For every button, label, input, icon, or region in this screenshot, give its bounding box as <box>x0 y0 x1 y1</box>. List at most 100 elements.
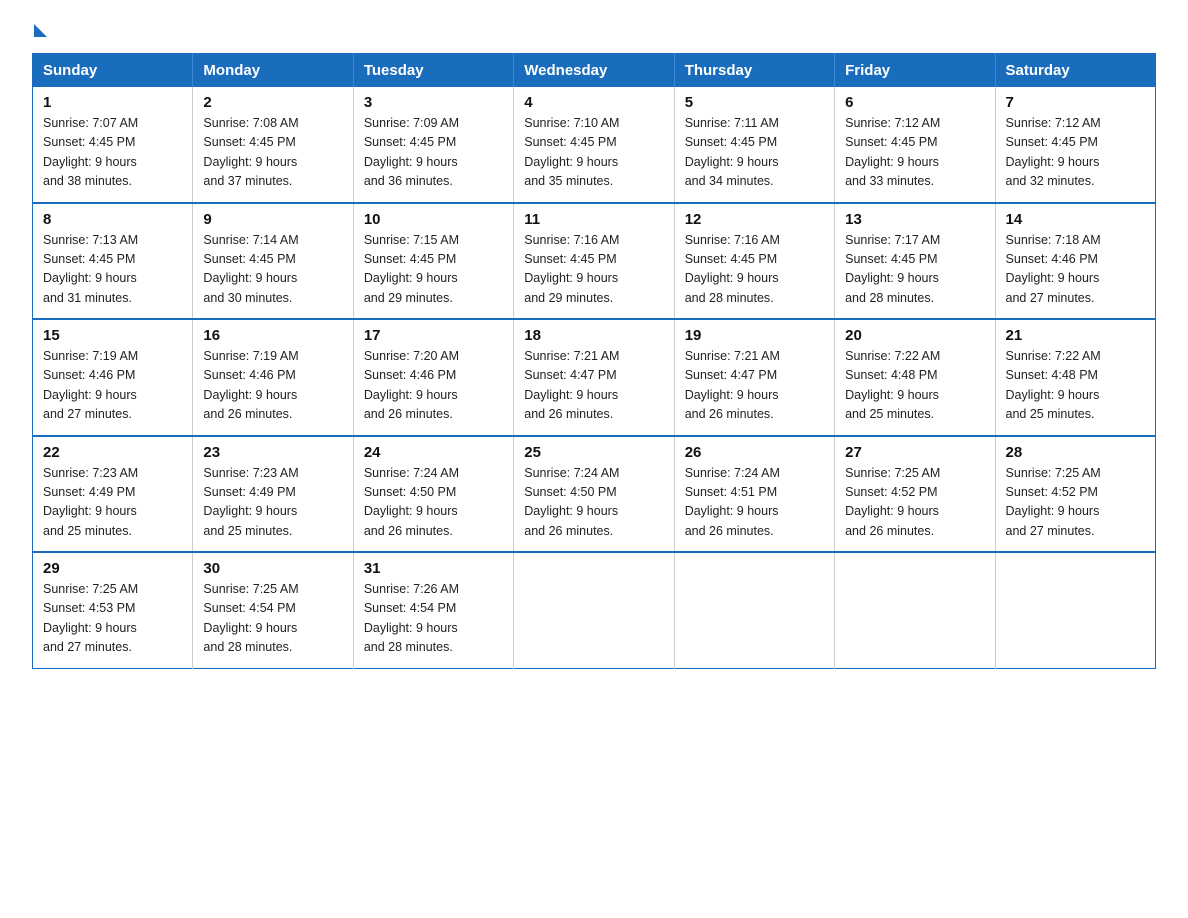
calendar-cell: 12 Sunrise: 7:16 AMSunset: 4:45 PMDaylig… <box>674 203 834 320</box>
day-info: Sunrise: 7:22 AMSunset: 4:48 PMDaylight:… <box>1006 349 1101 421</box>
day-info: Sunrise: 7:21 AMSunset: 4:47 PMDaylight:… <box>524 349 619 421</box>
day-number: 9 <box>203 211 342 228</box>
day-number: 7 <box>1006 94 1145 111</box>
day-info: Sunrise: 7:11 AMSunset: 4:45 PMDaylight:… <box>685 116 779 188</box>
day-info: Sunrise: 7:08 AMSunset: 4:45 PMDaylight:… <box>203 116 298 188</box>
day-number: 26 <box>685 444 824 461</box>
calendar-cell: 24 Sunrise: 7:24 AMSunset: 4:50 PMDaylig… <box>353 436 513 553</box>
calendar-header-row: SundayMondayTuesdayWednesdayThursdayFrid… <box>33 54 1156 88</box>
day-number: 28 <box>1006 444 1145 461</box>
day-number: 25 <box>524 444 663 461</box>
logo-triangle-icon <box>34 24 47 37</box>
calendar-week-row: 22 Sunrise: 7:23 AMSunset: 4:49 PMDaylig… <box>33 436 1156 553</box>
day-info: Sunrise: 7:19 AMSunset: 4:46 PMDaylight:… <box>43 349 138 421</box>
day-number: 30 <box>203 560 342 577</box>
day-number: 19 <box>685 327 824 344</box>
calendar-cell <box>835 552 995 668</box>
day-number: 1 <box>43 94 182 111</box>
day-number: 11 <box>524 211 663 228</box>
day-number: 14 <box>1006 211 1145 228</box>
calendar-cell <box>514 552 674 668</box>
day-number: 21 <box>1006 327 1145 344</box>
day-info: Sunrise: 7:12 AMSunset: 4:45 PMDaylight:… <box>1006 116 1101 188</box>
calendar-cell: 14 Sunrise: 7:18 AMSunset: 4:46 PMDaylig… <box>995 203 1155 320</box>
day-number: 5 <box>685 94 824 111</box>
day-info: Sunrise: 7:23 AMSunset: 4:49 PMDaylight:… <box>203 466 298 538</box>
day-number: 24 <box>364 444 503 461</box>
calendar-week-row: 29 Sunrise: 7:25 AMSunset: 4:53 PMDaylig… <box>33 552 1156 668</box>
day-info: Sunrise: 7:25 AMSunset: 4:53 PMDaylight:… <box>43 582 138 654</box>
logo <box>32 24 47 35</box>
calendar-cell: 4 Sunrise: 7:10 AMSunset: 4:45 PMDayligh… <box>514 87 674 203</box>
day-info: Sunrise: 7:25 AMSunset: 4:54 PMDaylight:… <box>203 582 298 654</box>
calendar-cell <box>674 552 834 668</box>
day-number: 8 <box>43 211 182 228</box>
day-info: Sunrise: 7:10 AMSunset: 4:45 PMDaylight:… <box>524 116 619 188</box>
day-number: 4 <box>524 94 663 111</box>
day-info: Sunrise: 7:17 AMSunset: 4:45 PMDaylight:… <box>845 233 940 305</box>
day-info: Sunrise: 7:15 AMSunset: 4:45 PMDaylight:… <box>364 233 459 305</box>
calendar-table: SundayMondayTuesdayWednesdayThursdayFrid… <box>32 53 1156 669</box>
calendar-week-row: 1 Sunrise: 7:07 AMSunset: 4:45 PMDayligh… <box>33 87 1156 203</box>
day-number: 31 <box>364 560 503 577</box>
day-number: 18 <box>524 327 663 344</box>
day-number: 10 <box>364 211 503 228</box>
calendar-cell: 13 Sunrise: 7:17 AMSunset: 4:45 PMDaylig… <box>835 203 995 320</box>
calendar-cell: 30 Sunrise: 7:25 AMSunset: 4:54 PMDaylig… <box>193 552 353 668</box>
calendar-header-thursday: Thursday <box>674 54 834 88</box>
day-info: Sunrise: 7:24 AMSunset: 4:50 PMDaylight:… <box>524 466 619 538</box>
calendar-cell: 21 Sunrise: 7:22 AMSunset: 4:48 PMDaylig… <box>995 319 1155 436</box>
calendar-header-sunday: Sunday <box>33 54 193 88</box>
calendar-cell: 22 Sunrise: 7:23 AMSunset: 4:49 PMDaylig… <box>33 436 193 553</box>
calendar-cell: 19 Sunrise: 7:21 AMSunset: 4:47 PMDaylig… <box>674 319 834 436</box>
day-number: 13 <box>845 211 984 228</box>
calendar-header-wednesday: Wednesday <box>514 54 674 88</box>
calendar-cell: 10 Sunrise: 7:15 AMSunset: 4:45 PMDaylig… <box>353 203 513 320</box>
day-info: Sunrise: 7:13 AMSunset: 4:45 PMDaylight:… <box>43 233 138 305</box>
day-number: 16 <box>203 327 342 344</box>
calendar-week-row: 8 Sunrise: 7:13 AMSunset: 4:45 PMDayligh… <box>33 203 1156 320</box>
day-info: Sunrise: 7:07 AMSunset: 4:45 PMDaylight:… <box>43 116 138 188</box>
calendar-cell: 15 Sunrise: 7:19 AMSunset: 4:46 PMDaylig… <box>33 319 193 436</box>
calendar-cell: 31 Sunrise: 7:26 AMSunset: 4:54 PMDaylig… <box>353 552 513 668</box>
calendar-cell: 2 Sunrise: 7:08 AMSunset: 4:45 PMDayligh… <box>193 87 353 203</box>
calendar-cell: 8 Sunrise: 7:13 AMSunset: 4:45 PMDayligh… <box>33 203 193 320</box>
calendar-cell: 5 Sunrise: 7:11 AMSunset: 4:45 PMDayligh… <box>674 87 834 203</box>
calendar-cell: 20 Sunrise: 7:22 AMSunset: 4:48 PMDaylig… <box>835 319 995 436</box>
day-info: Sunrise: 7:24 AMSunset: 4:51 PMDaylight:… <box>685 466 780 538</box>
calendar-cell: 23 Sunrise: 7:23 AMSunset: 4:49 PMDaylig… <box>193 436 353 553</box>
calendar-cell: 28 Sunrise: 7:25 AMSunset: 4:52 PMDaylig… <box>995 436 1155 553</box>
day-info: Sunrise: 7:23 AMSunset: 4:49 PMDaylight:… <box>43 466 138 538</box>
calendar-cell: 11 Sunrise: 7:16 AMSunset: 4:45 PMDaylig… <box>514 203 674 320</box>
day-number: 3 <box>364 94 503 111</box>
calendar-header-friday: Friday <box>835 54 995 88</box>
day-info: Sunrise: 7:18 AMSunset: 4:46 PMDaylight:… <box>1006 233 1101 305</box>
day-info: Sunrise: 7:19 AMSunset: 4:46 PMDaylight:… <box>203 349 298 421</box>
calendar-cell <box>995 552 1155 668</box>
day-number: 6 <box>845 94 984 111</box>
day-info: Sunrise: 7:25 AMSunset: 4:52 PMDaylight:… <box>845 466 940 538</box>
day-info: Sunrise: 7:22 AMSunset: 4:48 PMDaylight:… <box>845 349 940 421</box>
day-info: Sunrise: 7:25 AMSunset: 4:52 PMDaylight:… <box>1006 466 1101 538</box>
day-info: Sunrise: 7:09 AMSunset: 4:45 PMDaylight:… <box>364 116 459 188</box>
day-info: Sunrise: 7:16 AMSunset: 4:45 PMDaylight:… <box>524 233 619 305</box>
calendar-header-tuesday: Tuesday <box>353 54 513 88</box>
day-number: 17 <box>364 327 503 344</box>
day-number: 23 <box>203 444 342 461</box>
calendar-week-row: 15 Sunrise: 7:19 AMSunset: 4:46 PMDaylig… <box>33 319 1156 436</box>
day-info: Sunrise: 7:20 AMSunset: 4:46 PMDaylight:… <box>364 349 459 421</box>
calendar-cell: 7 Sunrise: 7:12 AMSunset: 4:45 PMDayligh… <box>995 87 1155 203</box>
day-info: Sunrise: 7:16 AMSunset: 4:45 PMDaylight:… <box>685 233 780 305</box>
calendar-cell: 26 Sunrise: 7:24 AMSunset: 4:51 PMDaylig… <box>674 436 834 553</box>
calendar-cell: 27 Sunrise: 7:25 AMSunset: 4:52 PMDaylig… <box>835 436 995 553</box>
calendar-cell: 16 Sunrise: 7:19 AMSunset: 4:46 PMDaylig… <box>193 319 353 436</box>
calendar-cell: 18 Sunrise: 7:21 AMSunset: 4:47 PMDaylig… <box>514 319 674 436</box>
page-header <box>32 24 1156 35</box>
day-number: 27 <box>845 444 984 461</box>
day-info: Sunrise: 7:21 AMSunset: 4:47 PMDaylight:… <box>685 349 780 421</box>
day-info: Sunrise: 7:24 AMSunset: 4:50 PMDaylight:… <box>364 466 459 538</box>
calendar-cell: 25 Sunrise: 7:24 AMSunset: 4:50 PMDaylig… <box>514 436 674 553</box>
calendar-cell: 29 Sunrise: 7:25 AMSunset: 4:53 PMDaylig… <box>33 552 193 668</box>
calendar-cell: 3 Sunrise: 7:09 AMSunset: 4:45 PMDayligh… <box>353 87 513 203</box>
day-number: 29 <box>43 560 182 577</box>
